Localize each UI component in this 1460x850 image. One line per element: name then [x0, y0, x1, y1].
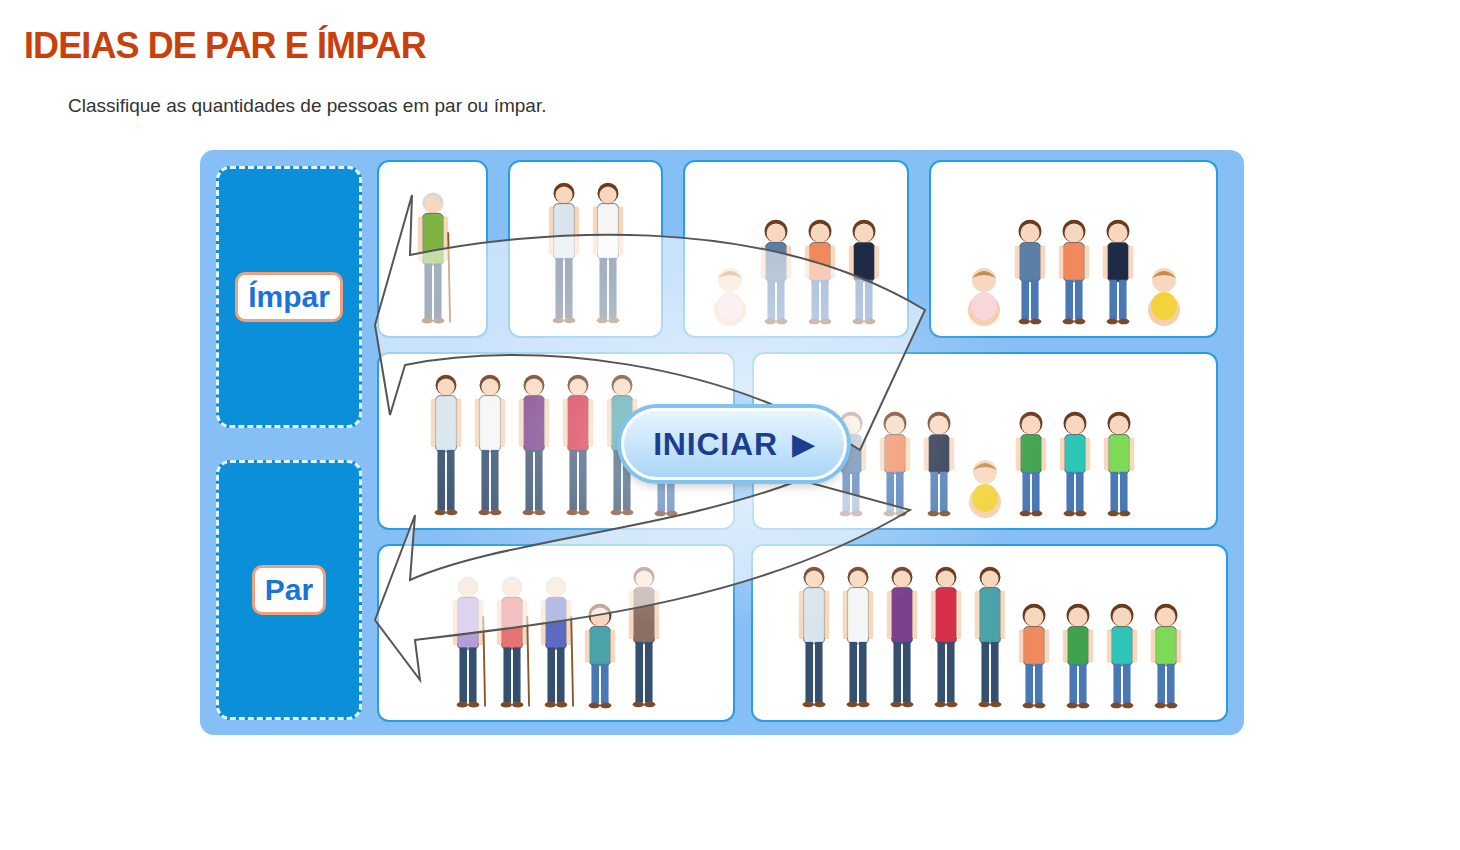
drop-zone[interactable]: Par	[216, 460, 362, 720]
child-person-icon	[1103, 600, 1141, 712]
activity-title: IDEIAS DE PAR E ÍMPAR	[24, 26, 426, 66]
child-person-icon	[1011, 216, 1049, 328]
baby-person-icon	[1143, 266, 1185, 328]
elder-person-icon	[537, 572, 575, 712]
child-person-icon	[1059, 600, 1097, 712]
people-card[interactable]	[377, 544, 735, 722]
child-person-icon	[1147, 600, 1185, 712]
instruction-text: Classifique as quantidades de pessoas em…	[68, 94, 546, 118]
child-person-icon	[920, 408, 958, 520]
child-person-icon	[757, 216, 795, 328]
people-card[interactable]	[751, 544, 1228, 722]
people-card[interactable]	[683, 160, 909, 338]
adult-person-icon	[545, 178, 583, 328]
child-person-icon	[1100, 408, 1138, 520]
adult-person-icon	[515, 370, 553, 520]
elder-person-icon	[493, 572, 531, 712]
adult-person-icon	[839, 562, 877, 712]
baby-person-icon	[964, 458, 1006, 520]
adult-person-icon	[795, 562, 833, 712]
zone-label: Ímpar	[235, 272, 343, 322]
child-person-icon	[1099, 216, 1137, 328]
child-person-icon	[1012, 408, 1050, 520]
child-person-icon	[1015, 600, 1053, 712]
child-person-icon	[1056, 408, 1094, 520]
baby-person-icon	[963, 266, 1005, 328]
adult-person-icon	[883, 562, 921, 712]
adult-person-icon	[625, 562, 663, 712]
adult-person-icon	[589, 178, 627, 328]
child-person-icon	[845, 216, 883, 328]
card-row	[377, 160, 1228, 338]
baby-person-icon	[709, 266, 751, 328]
start-label: INICIAR	[653, 424, 778, 464]
people-card[interactable]	[508, 160, 663, 338]
child-person-icon	[581, 600, 619, 712]
elder-person-icon	[449, 572, 487, 712]
drop-zone[interactable]: Ímpar	[216, 166, 362, 428]
adult-person-icon	[427, 370, 465, 520]
adult-person-icon	[927, 562, 965, 712]
child-person-icon	[1055, 216, 1093, 328]
drop-zones: Ímpar Par	[216, 160, 362, 735]
people-card[interactable]	[377, 160, 488, 338]
child-person-icon	[876, 408, 914, 520]
child-person-icon	[801, 216, 839, 328]
adult-person-icon	[971, 562, 1009, 712]
people-card[interactable]	[929, 160, 1218, 338]
adult-person-icon	[559, 370, 597, 520]
elder-person-icon	[414, 188, 452, 328]
zone-label: Par	[252, 565, 326, 615]
play-icon: ▶	[792, 424, 815, 464]
start-button[interactable]: INICIAR ▶	[621, 408, 847, 480]
adult-person-icon	[471, 370, 509, 520]
card-row	[377, 544, 1228, 722]
